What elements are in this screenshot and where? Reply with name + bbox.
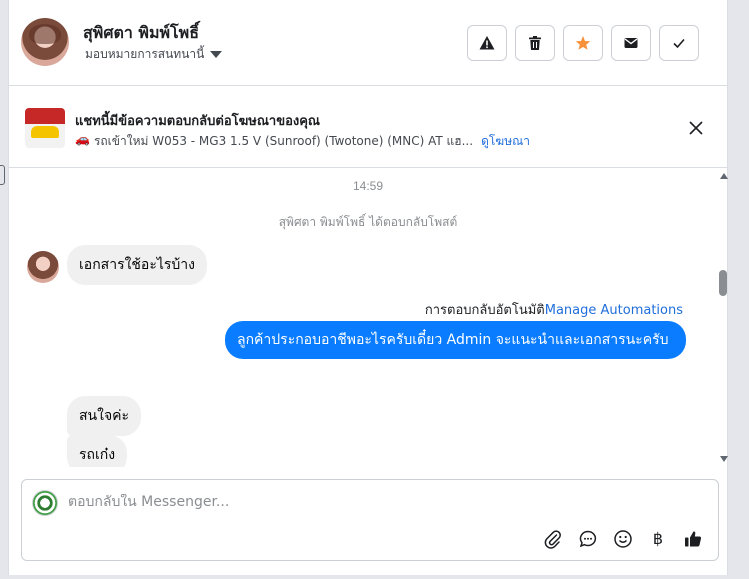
thumbs-up-icon — [685, 531, 702, 547]
attach-button[interactable] — [542, 528, 564, 550]
like-button[interactable] — [682, 528, 704, 550]
reply-composer: ฿ — [21, 479, 719, 561]
sender-avatar[interactable] — [27, 251, 59, 283]
message-thread[interactable]: 14:59 สุพิศตา พิมพ์โพธิ์ ได้ตอบกลับโพสต์… — [9, 169, 727, 467]
baht-icon: ฿ — [652, 531, 664, 548]
scroll-down-arrow-icon[interactable] — [720, 456, 728, 462]
assign-conversation-dropdown[interactable]: มอบหมายการสนทนานี้ — [85, 45, 223, 64]
automation-label-text: การตอบกลับอัตโนมัติ — [424, 303, 545, 318]
ad-reply-banner: แชทนี้มีข้อความตอบกลับต่อโฆษณาของคุณ 🚗 ร… — [9, 87, 727, 168]
outgoing-message[interactable]: ลูกค้าประกอบอาชีพอะไรครับเดี๋ยว Admin จะ… — [225, 321, 686, 359]
composer-toolbar: ฿ — [542, 528, 704, 550]
incoming-message[interactable]: สนใจค่ะ — [67, 396, 142, 436]
delete-button[interactable] — [515, 25, 555, 61]
manage-automations-link[interactable]: Manage Automations — [545, 303, 683, 318]
ad-banner-description: 🚗 รถเข้าใหม่ W053 - MG3 1.5 V (Sunroof) … — [75, 132, 530, 151]
contact-avatar[interactable] — [21, 18, 69, 66]
caret-down-icon — [210, 51, 223, 58]
envelope-icon — [624, 38, 638, 48]
thread-scrollbar[interactable] — [717, 170, 731, 466]
contact-name[interactable]: สุพิศตา พิมพ์โพธิ์ — [83, 21, 199, 46]
ad-banner-title: แชทนี้มีข้อความตอบกลับต่อโฆษณาของคุณ — [75, 114, 320, 129]
trash-icon — [529, 36, 541, 50]
star-icon — [575, 36, 591, 50]
car-icon: 🚗 — [75, 132, 90, 146]
conversation-panel: สุพิศตา พิมพ์โพธิ์ มอบหมายการสนทนานี้ แช… — [8, 0, 728, 575]
ad-thumbnail[interactable] — [25, 108, 65, 148]
mark-unread-button[interactable] — [611, 25, 651, 61]
warning-icon — [479, 36, 495, 50]
conversation-header: สุพิศตา พิมพ์โพธิ์ มอบหมายการสนทนานี้ — [9, 0, 727, 86]
close-icon[interactable] — [687, 119, 705, 137]
page-avatar — [32, 490, 58, 516]
mark-done-button[interactable] — [659, 25, 699, 61]
report-button[interactable] — [467, 25, 507, 61]
view-ad-link[interactable]: ดูโฆษณา — [481, 132, 530, 151]
collapse-handle-icon[interactable] — [0, 165, 5, 185]
scrollbar-thumb[interactable] — [719, 270, 727, 296]
paperclip-icon — [544, 530, 561, 549]
payment-button[interactable]: ฿ — [647, 528, 669, 550]
reply-input[interactable] — [68, 494, 668, 510]
system-message: สุพิศตา พิมพ์โพธิ์ ได้ตอบกลับโพสต์ — [278, 215, 458, 229]
chat-bubble-icon — [579, 530, 597, 548]
left-edge-handle[interactable] — [0, 155, 6, 195]
scroll-up-arrow-icon[interactable] — [720, 173, 728, 179]
saved-replies-button[interactable] — [577, 528, 599, 550]
ad-description-text: รถเข้าใหม่ W053 - MG3 1.5 V (Sunroof) (T… — [93, 134, 474, 148]
assign-label: มอบหมายการสนทนานี้ — [85, 47, 205, 61]
emoji-button[interactable] — [612, 528, 634, 550]
incoming-message[interactable]: เอกสารใช้อะไรบ้าง — [67, 245, 208, 285]
star-button[interactable] — [563, 25, 603, 61]
check-icon — [673, 38, 685, 49]
emoji-icon — [614, 530, 632, 548]
automation-label: การตอบกลับอัตโนมัติManage Automations — [425, 299, 683, 320]
message-timestamp: 14:59 — [352, 179, 384, 193]
header-actions — [467, 25, 699, 61]
incoming-message[interactable]: รถเก๋ง — [67, 435, 128, 467]
